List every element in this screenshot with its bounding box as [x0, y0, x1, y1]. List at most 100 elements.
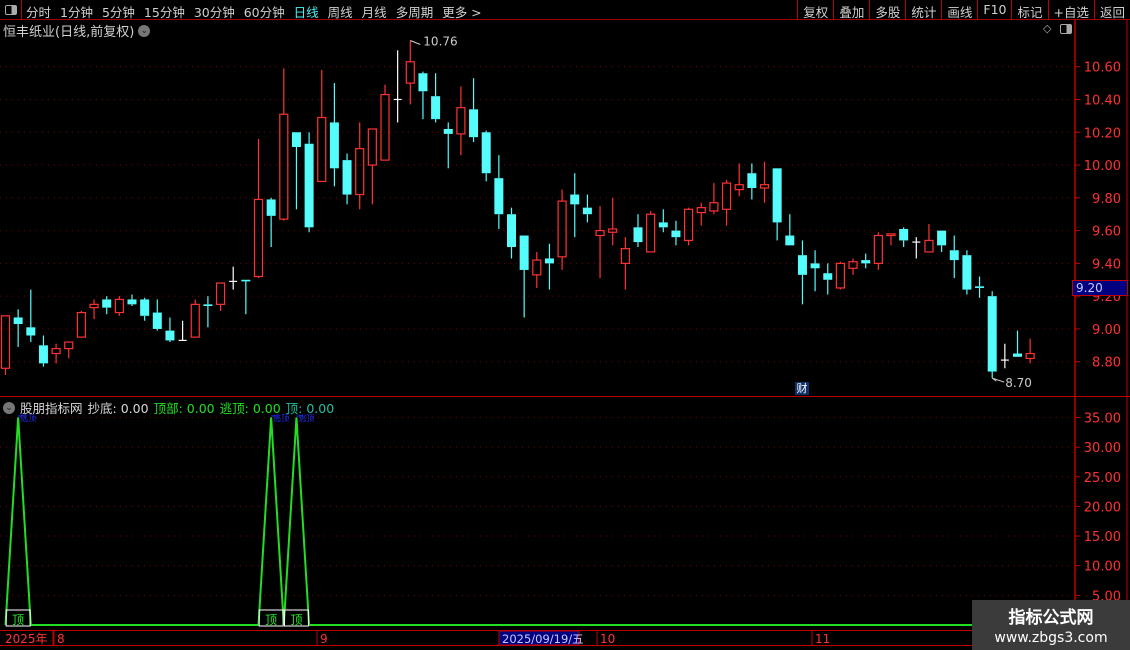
high-marker — [410, 40, 421, 45]
candle — [1013, 330, 1022, 357]
period-tab[interactable]: 多周期 — [396, 2, 434, 21]
chevron-down-icon[interactable]: ⌄ — [3, 401, 15, 414]
sidebar-toggle-button[interactable] — [0, 0, 22, 20]
watermark: 指标公式网 www.zbgs3.com — [972, 600, 1130, 650]
period-tab[interactable]: 周线 — [328, 2, 353, 21]
candle-body — [241, 279, 251, 282]
candle — [355, 122, 365, 210]
period-tab[interactable]: 15分钟 — [144, 2, 185, 21]
period-tab[interactable]: 分时 — [26, 2, 51, 21]
candle — [823, 263, 833, 295]
candle-body — [76, 311, 87, 338]
candle-body — [26, 327, 36, 336]
period-tab[interactable]: 5分钟 — [102, 2, 135, 21]
month-label: 10 — [600, 632, 615, 646]
stock-title: 恒丰纸业(日线,前复权) — [3, 25, 135, 40]
candle — [241, 279, 251, 315]
field-chaodi: 抄底: 0.00 — [87, 401, 149, 416]
watermark-title: 指标公式网 — [1008, 608, 1094, 628]
candle-body — [683, 208, 694, 242]
candle — [266, 197, 276, 247]
candle — [848, 258, 858, 275]
candle — [608, 197, 618, 246]
toolbar-button[interactable]: 复权 — [797, 0, 833, 20]
candle — [721, 179, 732, 226]
candle-body — [797, 255, 807, 275]
candle-body — [304, 143, 314, 228]
candle — [507, 207, 516, 259]
low-price-label: 8.70 — [1005, 376, 1032, 390]
candle-body — [431, 96, 441, 120]
candle — [456, 86, 466, 156]
period-tab[interactable]: 1分钟 — [60, 2, 93, 21]
candle-body — [253, 198, 264, 278]
candle — [431, 73, 441, 123]
candle — [797, 240, 807, 305]
candle — [64, 341, 74, 359]
candle-body — [494, 178, 504, 215]
indicator-line — [4, 417, 1031, 626]
candle — [962, 250, 972, 295]
candle — [975, 276, 985, 298]
candle-body — [721, 182, 732, 210]
period-toolbar: 分时 1分钟 5分钟 15分钟 30分钟 60分钟 日线 周线 月线 多周期 更多 > 复权 叠加 多股… — [0, 0, 1130, 20]
candle — [924, 224, 934, 253]
candle — [532, 251, 542, 288]
candle-body — [924, 239, 934, 253]
indicator-tick-label: 20.00 — [1084, 500, 1121, 515]
candle — [494, 155, 504, 229]
candle — [595, 206, 605, 279]
candle-body — [507, 214, 516, 247]
candle-body — [709, 202, 719, 212]
diamond-icon[interactable]: ◇ — [1043, 22, 1051, 35]
candle — [709, 183, 719, 215]
toolbar-button[interactable]: 标记 — [1011, 0, 1047, 20]
candle — [443, 122, 453, 169]
period-tab[interactable]: 月线 — [362, 2, 387, 21]
indicator-tick-label: 15.00 — [1084, 530, 1121, 545]
candle — [140, 297, 150, 321]
field-taoding: 逃顶: 0.00 — [219, 401, 281, 416]
period-tab[interactable]: 60分钟 — [244, 2, 285, 21]
candle-body — [835, 262, 846, 289]
toolbar-button[interactable]: 返回 — [1093, 0, 1130, 20]
candle-body — [1025, 352, 1035, 360]
candle — [165, 317, 175, 343]
candle-body — [987, 296, 997, 372]
candle-body — [532, 259, 542, 276]
candle-body — [13, 317, 23, 325]
indicator-tick-label: 30.00 — [1084, 441, 1121, 456]
candle-body — [317, 116, 327, 183]
current-price-label: 9.20 — [1072, 280, 1128, 296]
period-tab[interactable]: 日线 — [294, 2, 319, 21]
candle — [557, 189, 567, 270]
period-tab[interactable]: 更多 > — [442, 2, 481, 21]
candle — [380, 84, 390, 161]
toolbar-button[interactable]: 画线 — [941, 0, 977, 20]
candle-body — [190, 303, 200, 338]
candle — [26, 289, 36, 343]
chevron-down-icon[interactable]: ⌄ — [138, 24, 151, 37]
toolbar-button[interactable]: 统计 — [905, 0, 941, 20]
panel-toggle-icon[interactable] — [1060, 24, 1072, 34]
candle-body — [557, 200, 567, 258]
candle-body — [544, 258, 554, 264]
toolbar-button[interactable]: 叠加 — [833, 0, 869, 20]
candle — [772, 168, 782, 241]
candle-body — [203, 304, 213, 306]
candle-body — [949, 250, 959, 261]
candle-body — [646, 213, 656, 253]
candle-body — [962, 255, 972, 290]
indicator-name[interactable]: 股朋指标网 — [20, 398, 83, 417]
candle-body — [165, 330, 175, 341]
candle-body — [469, 109, 479, 138]
candle-body — [873, 234, 883, 264]
finance-marker[interactable]: 财 — [795, 382, 809, 395]
candle — [646, 210, 656, 253]
toolbar-button[interactable]: +自选 — [1047, 0, 1094, 20]
period-tab[interactable]: 30分钟 — [194, 2, 235, 21]
kline-chart[interactable]: 10.60 10.40 10.20 10.00 9.80 9.60 9.40 9.20 9.00… — [0, 0, 1130, 650]
toolbar-button[interactable]: 多股 — [869, 0, 905, 20]
toolbar-button[interactable]: F10 — [977, 0, 1011, 20]
candle — [152, 299, 162, 331]
